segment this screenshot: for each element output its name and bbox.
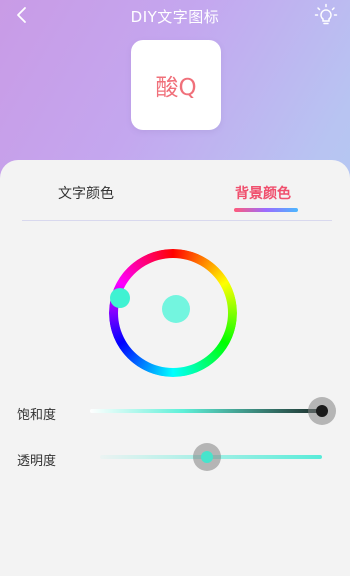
active-tab-indicator <box>234 208 298 212</box>
opacity-label: 透明度 <box>17 454 57 469</box>
saturation-thumb-dot <box>316 405 328 417</box>
saturation-slider-track[interactable] <box>90 409 322 413</box>
tabs-divider <box>22 220 332 221</box>
settings-panel: 文字颜色 背景颜色 饱和度 透明度 <box>0 160 350 576</box>
lightbulb-icon <box>314 3 338 25</box>
color-wheel-handle[interactable] <box>110 288 130 308</box>
tab-text-color[interactable]: 文字颜色 <box>58 183 114 203</box>
saturation-label: 饱和度 <box>17 408 57 423</box>
saturation-slider-thumb[interactable] <box>308 397 336 425</box>
header-bar: DIY文字图标 <box>0 0 350 30</box>
lightbulb-button[interactable] <box>314 3 338 27</box>
tab-background-color[interactable]: 背景颜色 <box>235 183 291 203</box>
icon-preview-card: 酸Q <box>131 40 221 130</box>
page-title: DIY文字图标 <box>130 8 220 26</box>
selected-color-swatch <box>162 295 190 323</box>
opacity-thumb-dot <box>200 451 213 463</box>
icon-preview-text: 酸Q <box>155 75 197 101</box>
opacity-slider-thumb[interactable] <box>192 443 221 471</box>
